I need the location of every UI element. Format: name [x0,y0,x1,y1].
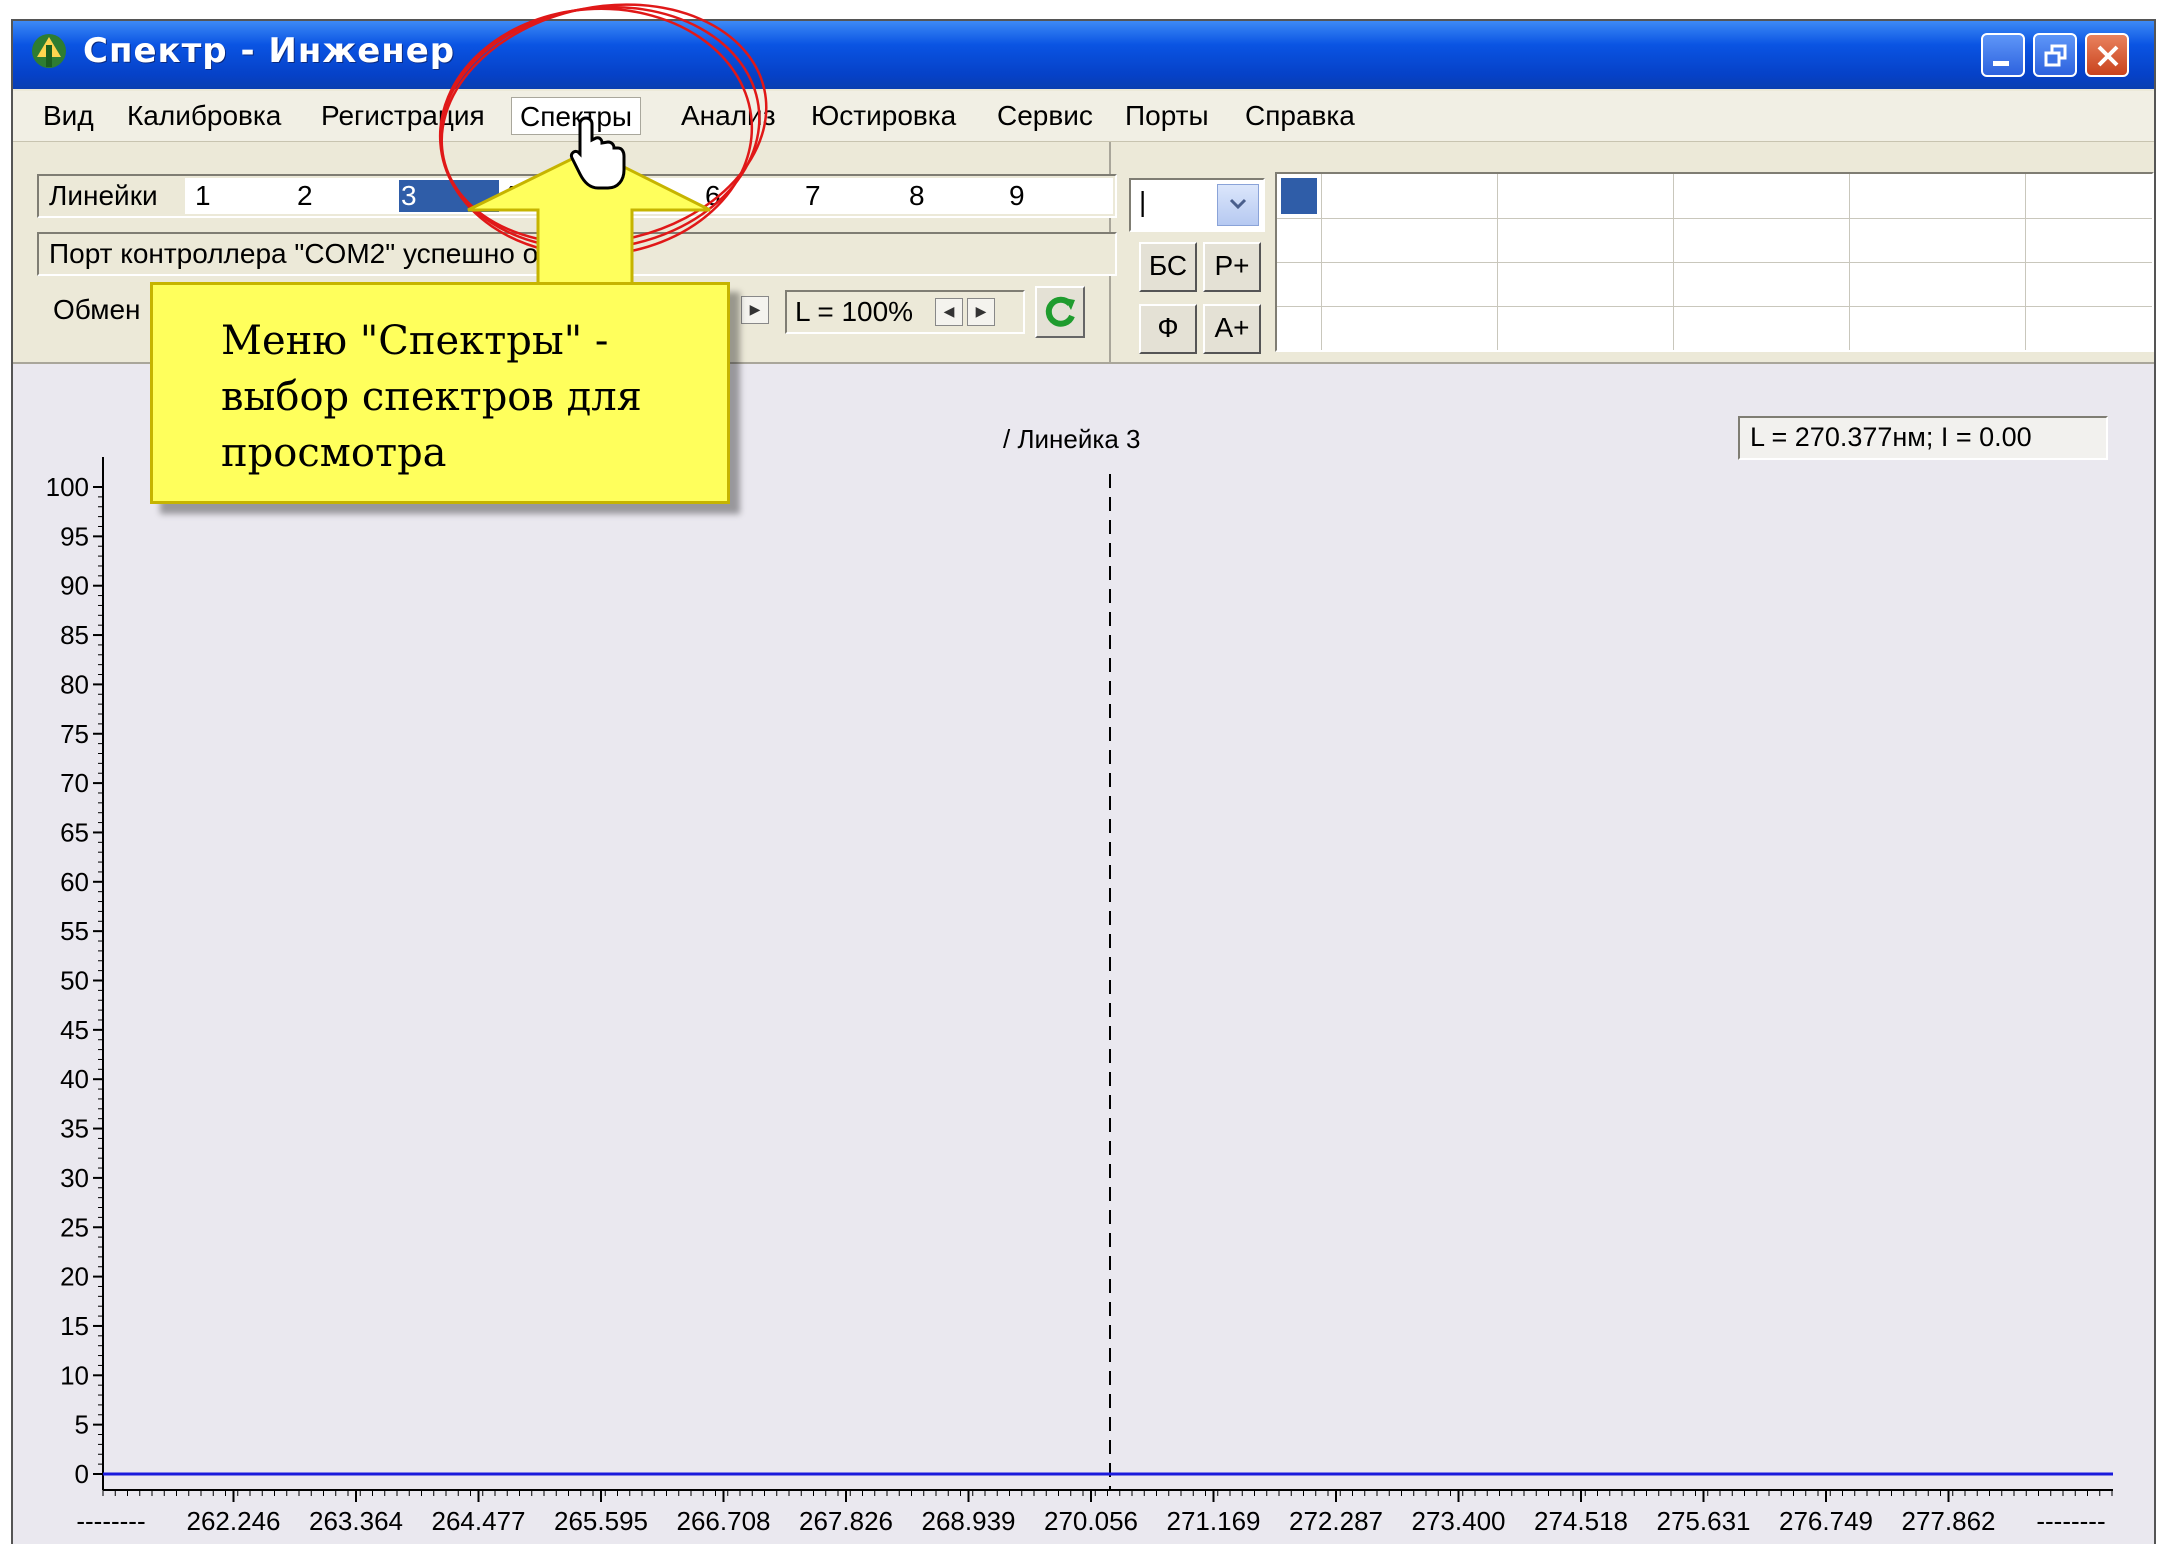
annotation-overlay [438,3,768,288]
callout-tooltip: Меню "Спектры" - выбор спектров для прос… [150,282,730,504]
callout-text: Меню "Спектры" - выбор спектров для прос… [221,318,642,476]
